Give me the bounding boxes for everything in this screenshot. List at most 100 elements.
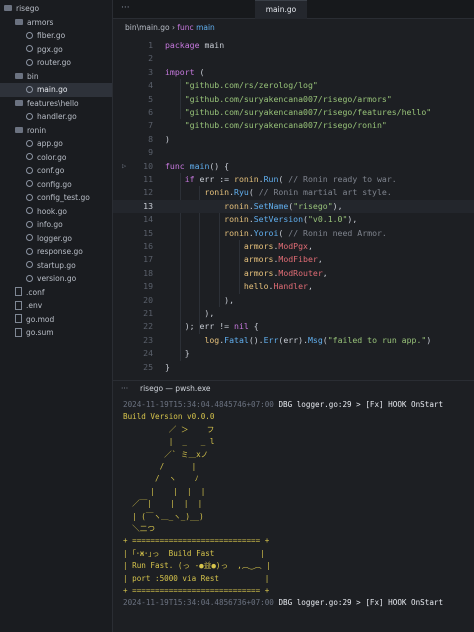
code-token: log <box>204 334 220 345</box>
sidebar-item-label: .env <box>26 301 43 310</box>
code-line[interactable]: 19 hello.Handler, <box>113 280 474 293</box>
code-token: () { <box>209 160 230 171</box>
sidebar-item[interactable]: app.go <box>0 137 112 151</box>
code-line[interactable]: 17 armors.ModFiber, <box>113 253 474 266</box>
sidebar-item[interactable]: ronin <box>0 124 112 138</box>
terminal-text: / ヽ ﾉ <box>123 474 199 484</box>
sidebar-item[interactable]: config.go <box>0 178 112 192</box>
terminal-text: | ｢･ж･｣っ Build Fast | <box>123 548 265 558</box>
sidebar-item[interactable]: go.sum <box>0 326 112 340</box>
code-line[interactable]: 6 "github.com/suryakencana007/risego/fea… <box>113 106 474 119</box>
terminal-line: ／` ミ＿xノ <box>123 449 208 461</box>
code-token: if <box>184 174 195 184</box>
sidebar-item[interactable]: .env <box>0 299 112 313</box>
sidebar-item[interactable]: info.go <box>0 218 112 232</box>
code-text: hello.Handler, <box>165 280 313 293</box>
sidebar-item-label: go.mod <box>26 314 55 324</box>
code-line[interactable]: 4 "github.com/rs/zerolog/log" <box>113 79 474 92</box>
code-line[interactable]: 9 <box>113 146 474 159</box>
terminal-line: | (￣ヽ＿_ヽ_)__) <box>123 511 204 523</box>
sidebar-item[interactable]: config_test.go <box>0 191 112 205</box>
code-line[interactable]: 11 if err := ronin.Run( // Ronin ready t… <box>113 173 474 186</box>
sidebar-item[interactable]: pgx.go <box>0 43 112 57</box>
sidebar-item[interactable]: response.go <box>0 245 112 259</box>
sidebar-item-label: go.sum <box>26 328 54 337</box>
code-token: SetVersion <box>253 214 304 225</box>
more-icon[interactable]: ··· <box>121 381 128 397</box>
terminal-tab-title[interactable]: risego — pwsh.exe <box>140 381 211 397</box>
code-line[interactable]: 15 ronin.Yoroi( // Ronin need Armor. <box>113 227 474 240</box>
sidebar-item[interactable]: startup.go <box>0 259 112 273</box>
sidebar-item[interactable]: handler.go <box>0 110 112 124</box>
code-line[interactable]: 1 package main <box>113 39 474 52</box>
code-editor[interactable]: 1 package main 2 3 import (4 "github.com/rs/… <box>113 37 474 377</box>
code-line[interactable]: 21 ), <box>113 307 474 320</box>
sidebar-item[interactable]: .conf <box>0 286 112 300</box>
sidebar-item[interactable]: color.go <box>0 151 112 165</box>
tab-main-go[interactable]: main.go <box>255 0 307 19</box>
code-line[interactable]: ▷ 10 func main() { <box>113 160 474 173</box>
terminal-text: ／￣| | | | <box>123 499 203 509</box>
code-token: ModFiber <box>278 254 318 265</box>
terminal-line: + ============================ + <box>123 585 269 597</box>
code-line[interactable]: 20 ), <box>113 294 474 307</box>
sidebar-item[interactable]: fiber.go <box>0 29 112 43</box>
code-line[interactable]: 22 ); err != nil { <box>113 320 474 333</box>
code-line[interactable]: 8) <box>113 133 474 146</box>
code-line[interactable]: 2 <box>113 52 474 65</box>
code-token: , <box>307 281 313 292</box>
sidebar-item[interactable]: bin <box>0 70 112 84</box>
code-token: "github.com/suryakencana007/risego/ronin… <box>184 120 387 131</box>
line-number: 8 <box>148 133 153 144</box>
sidebar-item[interactable]: conf.go <box>0 164 112 178</box>
code-line[interactable]: 12 ronin.Ryu( // Ronin martial art style… <box>113 186 474 199</box>
sidebar-item[interactable]: risego <box>0 2 112 16</box>
code-line[interactable]: 25} <box>113 361 474 374</box>
line-number: 20 <box>143 294 153 305</box>
breadcrumb-separator: › <box>172 23 175 32</box>
sidebar-item[interactable]: hook.go <box>0 205 112 219</box>
more-icon[interactable]: ··· <box>121 3 130 13</box>
code-line[interactable]: 3 import ( <box>113 66 474 79</box>
code-text: "github.com/rs/zerolog/log" <box>165 79 318 92</box>
code-line[interactable]: 14 ronin.SetVersion("v0.1.0"), <box>113 213 474 226</box>
breadcrumb-path[interactable]: bin\main.go <box>125 23 170 32</box>
code-token: } <box>165 348 190 359</box>
code-token: "risego" <box>293 200 333 211</box>
terminal-output[interactable]: 2024-11-19T15:34:04.4845746+07:00 DBG lo… <box>113 397 474 632</box>
code-token: ModPgx <box>278 241 308 251</box>
code-token: Fatal <box>224 334 249 345</box>
code-line[interactable]: 13 ronin.SetName("risego"), <box>113 199 474 214</box>
code-token: ronin <box>224 214 249 225</box>
code-token: ) <box>165 133 170 144</box>
sidebar-item[interactable]: version.go <box>0 272 112 286</box>
code-line[interactable]: 23 log.Fatal().Err(err).Msg("failed to r… <box>113 334 474 347</box>
code-token: , <box>322 267 328 278</box>
sidebar-item[interactable]: main.go <box>0 83 112 97</box>
code-line[interactable]: 18 armors.ModRouter, <box>113 267 474 280</box>
code-line[interactable]: 7 "github.com/suryakencana007/risego/ron… <box>113 119 474 132</box>
sidebar-item[interactable]: go.mod <box>0 313 112 327</box>
tab-bar: ··· main.go <box>113 0 474 19</box>
code-line[interactable]: 5 "github.com/suryakencana007/risego/arm… <box>113 93 474 106</box>
code-token: Yoroi <box>253 227 279 238</box>
sidebar-item[interactable]: features\hello <box>0 97 112 111</box>
sidebar-item-label: hook.go <box>37 206 68 216</box>
file-icon <box>15 327 22 337</box>
sidebar-item-label: bin <box>27 71 39 81</box>
code-token: Msg <box>308 334 323 345</box>
line-number: 23 <box>143 334 153 345</box>
breadcrumb-func-keyword[interactable]: func <box>177 23 193 32</box>
code-line[interactable]: 24 } <box>113 347 474 360</box>
sidebar-item-label: .conf <box>26 287 45 297</box>
file-icon <box>26 139 33 147</box>
breadcrumb-func-name[interactable]: main <box>196 23 215 32</box>
file-icon <box>15 314 22 323</box>
sidebar-item[interactable]: armors <box>0 16 112 30</box>
file-icon <box>26 58 33 66</box>
code-token: // Ronin martial art style. <box>258 187 392 198</box>
folder-icon <box>15 99 23 106</box>
sidebar-item[interactable]: router.go <box>0 56 112 70</box>
code-line[interactable]: 16 armors.ModPgx, <box>113 240 474 253</box>
sidebar-item[interactable]: logger.go <box>0 232 112 246</box>
